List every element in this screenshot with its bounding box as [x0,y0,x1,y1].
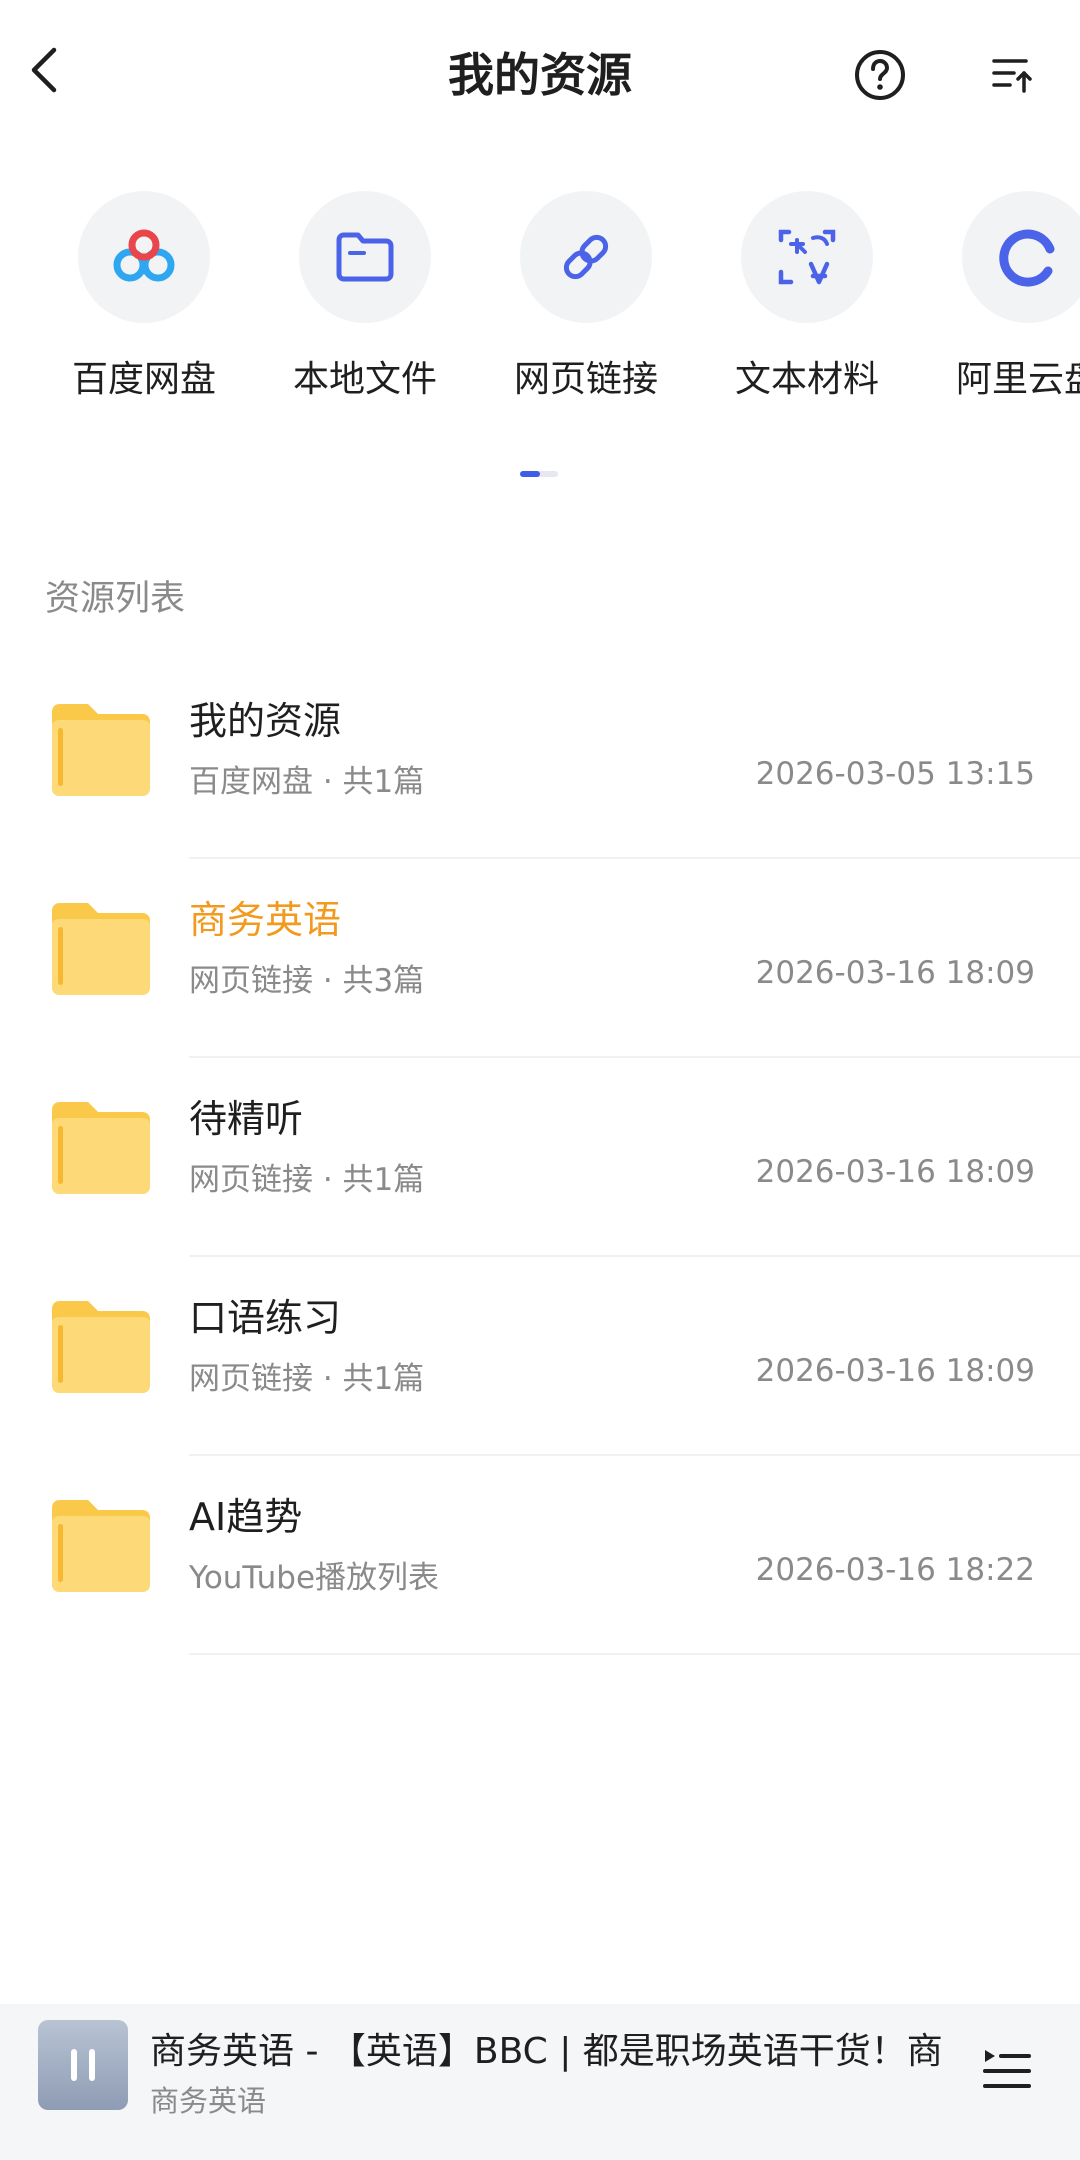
header: 我的资源 [0,0,1080,150]
folder-icon [52,1301,150,1393]
source-shortcuts: 百度网盘 本地文件 网页链接 文本材料 阿里云 [0,185,1080,415]
question-circle-icon [855,50,905,100]
divider [189,1653,1080,1655]
list-item[interactable]: 我的资源 百度网盘 · 共1篇 2026-03-05 13:15 [0,660,1080,859]
resource-date: 2026-03-16 18:09 [755,955,1035,991]
resource-date: 2026-03-16 18:09 [755,1154,1035,1190]
playlist-button[interactable] [975,2038,1039,2102]
sort-icon [992,59,1032,93]
source-local-files[interactable]: 本地文件 [265,185,465,405]
resource-subtitle: 网页链接 · 共1篇 [189,1361,425,1397]
page-indicator-active [520,471,540,477]
player-subtitle: 商务英语 [150,2084,267,2118]
resource-date: 2026-03-05 13:15 [755,756,1035,792]
pause-icon [71,2049,95,2081]
folder-icon [52,903,150,995]
baidu-netdisk-icon [113,229,175,282]
playlist-icon [983,2050,1031,2088]
page-title: 我的资源 [448,48,632,102]
page-indicator [520,471,558,477]
resource-title: 我的资源 [189,699,342,743]
source-aliyun-drive[interactable]: 阿里云盘 [928,185,1080,405]
resource-title: 商务英语 [189,898,342,942]
resource-date: 2026-03-16 18:22 [755,1552,1035,1588]
resource-title: 口语练习 [189,1296,342,1340]
folder-icon [336,232,394,282]
aliyun-drive-icon [999,229,1055,287]
source-web-link[interactable]: 网页链接 [486,185,686,405]
mini-player[interactable]: 商务英语 - 【英语】BBC | 都是职场英语干货！商 商务英语 [0,2004,1080,2160]
resource-subtitle: 百度网盘 · 共1篇 [189,764,425,800]
resource-title: 待精听 [189,1097,304,1141]
resource-date: 2026-03-16 18:09 [755,1353,1035,1389]
source-baidu-netdisk[interactable]: 百度网盘 [44,185,244,405]
folder-icon [52,704,150,796]
section-label: 资源列表 [45,579,186,619]
resource-title: AI趋势 [189,1495,303,1539]
resource-subtitle: 网页链接 · 共3篇 [189,963,425,999]
list-item[interactable]: AI趋势 YouTube播放列表 2026-03-16 18:22 [0,1456,1080,1655]
link-icon [563,234,609,280]
resource-subtitle: YouTube播放列表 [189,1560,440,1596]
list-item[interactable]: 口语练习 网页链接 · 共1篇 2026-03-16 18:09 [0,1257,1080,1456]
source-label: 网页链接 [513,359,658,400]
source-text-material[interactable]: 文本材料 [707,185,907,405]
resource-subtitle: 网页链接 · 共1篇 [189,1162,425,1198]
resource-list: 我的资源 百度网盘 · 共1篇 2026-03-05 13:15 商务英语 网页… [0,660,1080,1655]
folder-icon [52,1102,150,1194]
source-label: 阿里云盘 [955,359,1080,400]
folder-icon [52,1500,150,1592]
play-pause-button[interactable] [38,2020,128,2110]
list-item[interactable]: 商务英语 网页链接 · 共3篇 2026-03-16 18:09 [0,859,1080,1058]
list-item[interactable]: 待精听 网页链接 · 共1篇 2026-03-16 18:09 [0,1058,1080,1257]
source-label: 文本材料 [734,359,879,400]
help-button[interactable] [850,45,910,105]
player-title: 商务英语 - 【英语】BBC | 都是职场英语干货！商 [150,2031,943,2072]
source-label: 本地文件 [292,359,437,400]
sort-button[interactable] [982,45,1042,105]
source-label: 百度网盘 [71,359,216,400]
text-scan-icon [778,229,836,285]
